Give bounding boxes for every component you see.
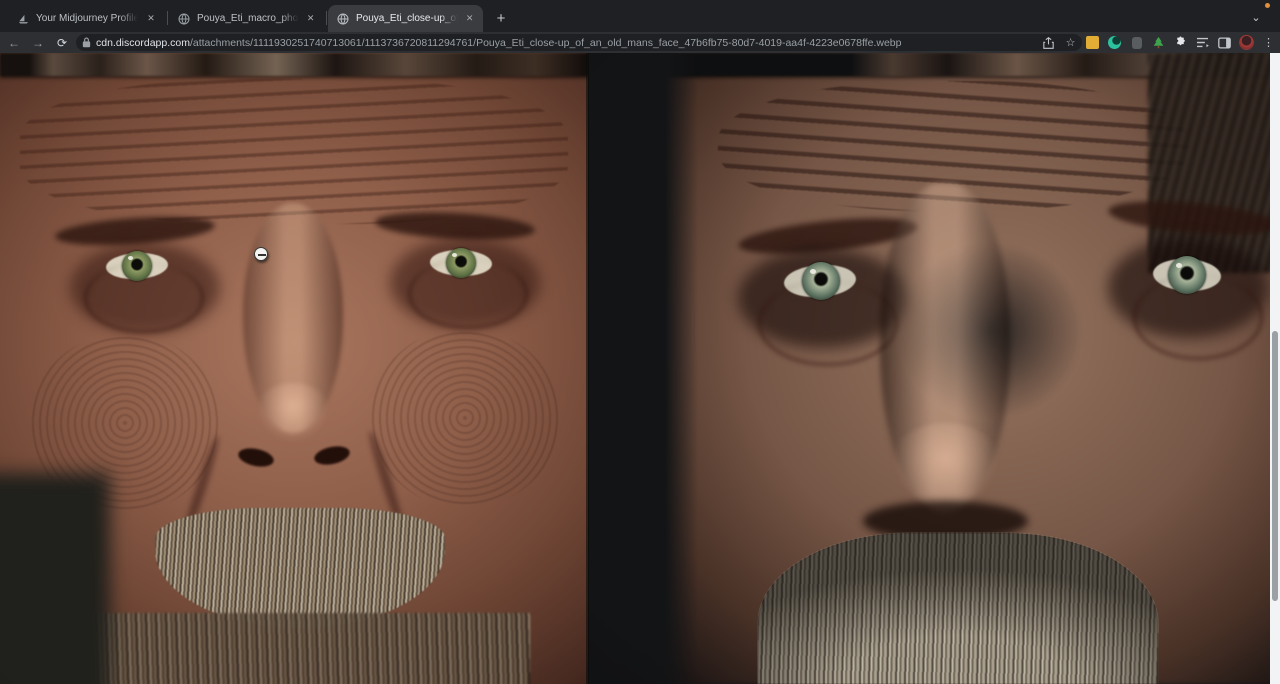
midjourney-sailboat-icon xyxy=(16,12,30,26)
share-icon[interactable] xyxy=(1041,35,1056,50)
dimmed-extension-icon[interactable] xyxy=(1129,35,1144,50)
tab-macro-photo[interactable]: Pouya_Eti_macro_photo_of_a ✕ xyxy=(169,5,324,32)
globe-icon xyxy=(177,12,191,26)
tab-strip: Your Midjourney Profile ✕ Pouya_Eti_macr… xyxy=(0,0,1280,32)
tab-close-icon[interactable]: ✕ xyxy=(305,12,316,26)
tab-midjourney-profile[interactable]: Your Midjourney Profile ✕ xyxy=(8,5,166,32)
back-button[interactable]: ← xyxy=(4,34,24,52)
update-notification-dot xyxy=(1265,3,1270,8)
dark-reader-moon-extension-icon[interactable] xyxy=(1107,35,1122,50)
tab-close-icon[interactable]: ✕ xyxy=(144,12,158,26)
reading-list-lines-icon[interactable] xyxy=(1195,35,1210,50)
zoom-out-magnifier-cursor xyxy=(254,247,268,261)
tab-title: Pouya_Eti_close-up_of_an_ol xyxy=(356,13,458,24)
tab-separator xyxy=(167,11,168,25)
image-grid-seam xyxy=(586,53,589,684)
portrait-image-right[interactable] xyxy=(588,53,1280,684)
lock-icon[interactable] xyxy=(82,37,91,48)
scrollbar-thumb[interactable] xyxy=(1272,331,1278,601)
tab-closeup-photo-active[interactable]: Pouya_Eti_close-up_of_an_ol ✕ xyxy=(328,5,483,32)
tab-title: Pouya_Eti_macro_photo_of_a xyxy=(197,13,299,24)
globe-icon xyxy=(336,12,350,26)
tab-separator xyxy=(326,11,327,25)
url-text: cdn.discordapp.com/attachments/111193025… xyxy=(96,37,901,49)
side-panel-icon[interactable] xyxy=(1217,35,1232,50)
url-domain: cdn.discordapp.com xyxy=(96,37,190,49)
address-bar[interactable]: cdn.discordapp.com/attachments/111193025… xyxy=(76,34,1082,51)
extensions-puzzle-icon[interactable] xyxy=(1173,35,1188,50)
toolbar-right-icons: ☆ ⋮ xyxy=(1041,32,1276,53)
browser-toolbar: ← → ⟳ cdn.discordapp.com/attachments/111… xyxy=(0,32,1280,53)
browser-window: Your Midjourney Profile ✕ Pouya_Eti_macr… xyxy=(0,0,1280,684)
new-tab-button[interactable]: + xyxy=(489,6,513,30)
vignette xyxy=(0,53,588,684)
yellow-grid-extension-icon[interactable] xyxy=(1085,35,1100,50)
three-dot-menu-icon[interactable]: ⋮ xyxy=(1261,35,1276,50)
tab-title: Your Midjourney Profile xyxy=(36,13,138,24)
forward-button[interactable]: → xyxy=(28,34,48,52)
reload-button[interactable]: ⟳ xyxy=(52,34,72,52)
image-viewer-content xyxy=(0,53,1280,684)
tree-extension-icon[interactable] xyxy=(1151,35,1166,50)
vertical-scrollbar[interactable] xyxy=(1270,53,1280,684)
tab-search-chevron-icon[interactable]: ⌄ xyxy=(1246,7,1266,27)
tab-close-icon[interactable]: ✕ xyxy=(464,12,475,26)
vignette xyxy=(588,53,1280,684)
portrait-image-left[interactable] xyxy=(0,53,588,684)
url-path: /attachments/1111930251740713061/1113736… xyxy=(190,37,902,49)
bookmark-star-icon[interactable]: ☆ xyxy=(1063,35,1078,50)
profile-avatar[interactable] xyxy=(1239,35,1254,50)
